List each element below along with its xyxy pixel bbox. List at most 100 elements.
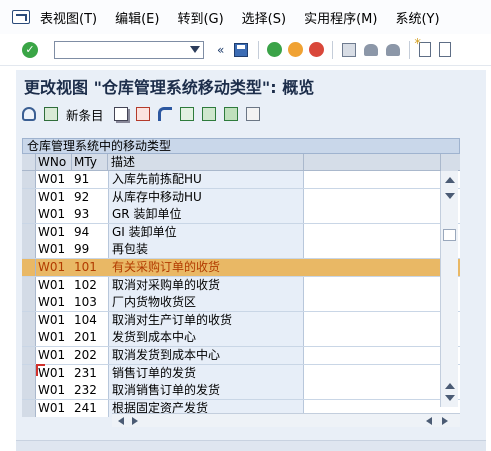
command-field[interactable] (54, 40, 204, 59)
cell-desc[interactable]: 取消销售订单的发货 (108, 382, 304, 400)
delete-icon[interactable] (135, 107, 150, 121)
table-row[interactable]: W01 104 取消对生产订单的收货 (22, 311, 460, 330)
cell-mty[interactable]: 101 (72, 258, 108, 276)
table-row[interactable]: W01 92 从库存中移动HU (22, 188, 460, 207)
cell-mty[interactable]: 93 (72, 206, 108, 224)
cell-desc[interactable]: 有关采购订单的收货 (108, 258, 304, 276)
cell-wno[interactable]: W01 (36, 329, 72, 347)
cell-wno[interactable]: W01 (36, 223, 72, 241)
scroll-right-end-icon[interactable] (442, 417, 448, 425)
table-row[interactable]: W01 232 取消销售订单的发货 (22, 382, 460, 400)
row-select-button[interactable] (22, 311, 36, 329)
select-all-icon[interactable] (179, 107, 194, 121)
deselect-all-icon[interactable] (223, 107, 238, 121)
table-row[interactable]: W01 93 GR 装卸单位 (22, 206, 460, 224)
table-row[interactable]: W01 102 取消对采购单的收货 (22, 276, 460, 295)
cell-desc[interactable]: 销售订单的发货 (108, 364, 304, 382)
scroll-page-down-icon[interactable] (445, 395, 455, 401)
other-view-icon[interactable] (44, 107, 58, 121)
cell-mty[interactable]: 92 (72, 188, 108, 206)
cell-mty[interactable]: 104 (72, 311, 108, 329)
header-mty[interactable]: MTy (72, 154, 108, 171)
cell-mty[interactable]: 231 (72, 364, 108, 382)
cancel-icon[interactable] (309, 42, 325, 57)
cell-desc[interactable]: 再包装 (108, 241, 304, 259)
scroll-down-icon[interactable] (445, 193, 455, 199)
header-wno[interactable]: WNo (36, 154, 72, 171)
cell-desc[interactable]: 从库存中移动HU (108, 188, 304, 206)
cell-mty[interactable]: 241 (72, 399, 108, 417)
cell-desc[interactable]: 取消对生产订单的收货 (108, 311, 304, 329)
cell-wno[interactable]: W01 (36, 241, 72, 259)
table-row[interactable]: W01 202 取消发货到成本中心 (22, 346, 460, 365)
find-icon[interactable] (364, 43, 379, 56)
select-block-icon[interactable] (201, 107, 216, 121)
back-icon[interactable] (267, 42, 283, 57)
cell-wno[interactable]: W01 (36, 171, 72, 188)
cell-wno[interactable]: W01 (36, 188, 72, 206)
cell-desc[interactable]: 入库先前拣配HU (108, 171, 304, 188)
collapse-icon[interactable]: « (217, 43, 224, 57)
row-select-button[interactable] (22, 206, 36, 224)
cell-mty[interactable]: 232 (72, 382, 108, 400)
menu-select[interactable]: 选择(S) (242, 8, 286, 27)
detail-icon[interactable] (245, 107, 260, 121)
row-select-button[interactable] (22, 258, 36, 276)
scroll-left-icon[interactable] (118, 417, 124, 425)
row-select-button[interactable] (22, 223, 36, 241)
scroll-thumb[interactable] (443, 229, 456, 241)
table-row[interactable]: W01 94 GI 装卸单位 (22, 223, 460, 242)
find-next-icon[interactable] (386, 43, 401, 56)
scroll-right-icon[interactable] (132, 417, 138, 425)
cell-mty[interactable]: 103 (72, 294, 108, 312)
new-entries-button[interactable]: 新条目 (66, 105, 104, 124)
table-row[interactable]: W01 91 入库先前拣配HU (22, 171, 460, 189)
menu-toggle-icon[interactable] (12, 10, 30, 24)
copy-as-icon[interactable] (113, 107, 128, 121)
menu-utilities[interactable]: 实用程序(M) (304, 8, 377, 27)
cell-wno[interactable]: W01 (36, 399, 72, 417)
row-select-button[interactable] (22, 276, 36, 294)
header-desc[interactable]: 描述 (108, 154, 304, 171)
table-row[interactable]: W01 201 发货到成本中心 (22, 329, 460, 347)
table-row[interactable]: W01 99 再包装 (22, 241, 460, 259)
menu-table-view[interactable]: 表视图(T) (40, 8, 97, 27)
horizontal-scrollbar[interactable] (112, 413, 460, 427)
save-icon[interactable] (234, 42, 249, 57)
table-row[interactable]: W01 101 有关采购订单的收货 (22, 258, 460, 277)
cell-desc[interactable]: GI 装卸单位 (108, 223, 304, 241)
scroll-page-up-icon[interactable] (445, 383, 455, 389)
cell-wno[interactable]: W01 (36, 382, 72, 400)
cell-wno[interactable]: W01 (36, 276, 72, 294)
row-select-button[interactable] (22, 294, 36, 312)
cell-desc[interactable]: 取消对采购单的收货 (108, 276, 304, 294)
cell-wno[interactable]: W01 (36, 346, 72, 364)
undo-change-icon[interactable] (157, 107, 172, 121)
menu-system[interactable]: 系统(Y) (395, 8, 439, 27)
cell-desc[interactable]: 厂内货物收货区 (108, 294, 304, 312)
cell-desc[interactable]: 发货到成本中心 (108, 329, 304, 347)
row-select-button[interactable] (22, 188, 36, 206)
cell-mty[interactable]: 94 (72, 223, 108, 241)
table-row[interactable]: W01 231 销售订单的发货 (22, 364, 460, 383)
column-settings-icon[interactable] (440, 154, 458, 171)
row-select-button[interactable] (22, 171, 36, 188)
cell-mty[interactable]: 202 (72, 346, 108, 364)
enter-check-icon[interactable]: ✓ (22, 41, 38, 58)
vertical-scrollbar[interactable] (440, 171, 458, 407)
row-select-button[interactable] (22, 364, 36, 382)
cell-wno[interactable]: W01 (36, 311, 72, 329)
menu-goto[interactable]: 转到(G) (177, 8, 223, 27)
table-row[interactable]: W01 103 厂内货物收货区 (22, 294, 460, 312)
menu-edit[interactable]: 编辑(E) (115, 8, 159, 27)
cell-mty[interactable]: 102 (72, 276, 108, 294)
cell-mty[interactable]: 99 (72, 241, 108, 259)
select-all-column[interactable] (22, 154, 36, 171)
exit-icon[interactable] (288, 42, 304, 57)
command-dropdown-icon[interactable] (190, 45, 200, 53)
row-select-button[interactable] (22, 329, 36, 347)
display-change-icon[interactable] (22, 107, 36, 121)
shortcut-icon[interactable] (439, 42, 452, 57)
cell-mty[interactable]: 201 (72, 329, 108, 347)
new-session-icon[interactable] (414, 37, 432, 57)
